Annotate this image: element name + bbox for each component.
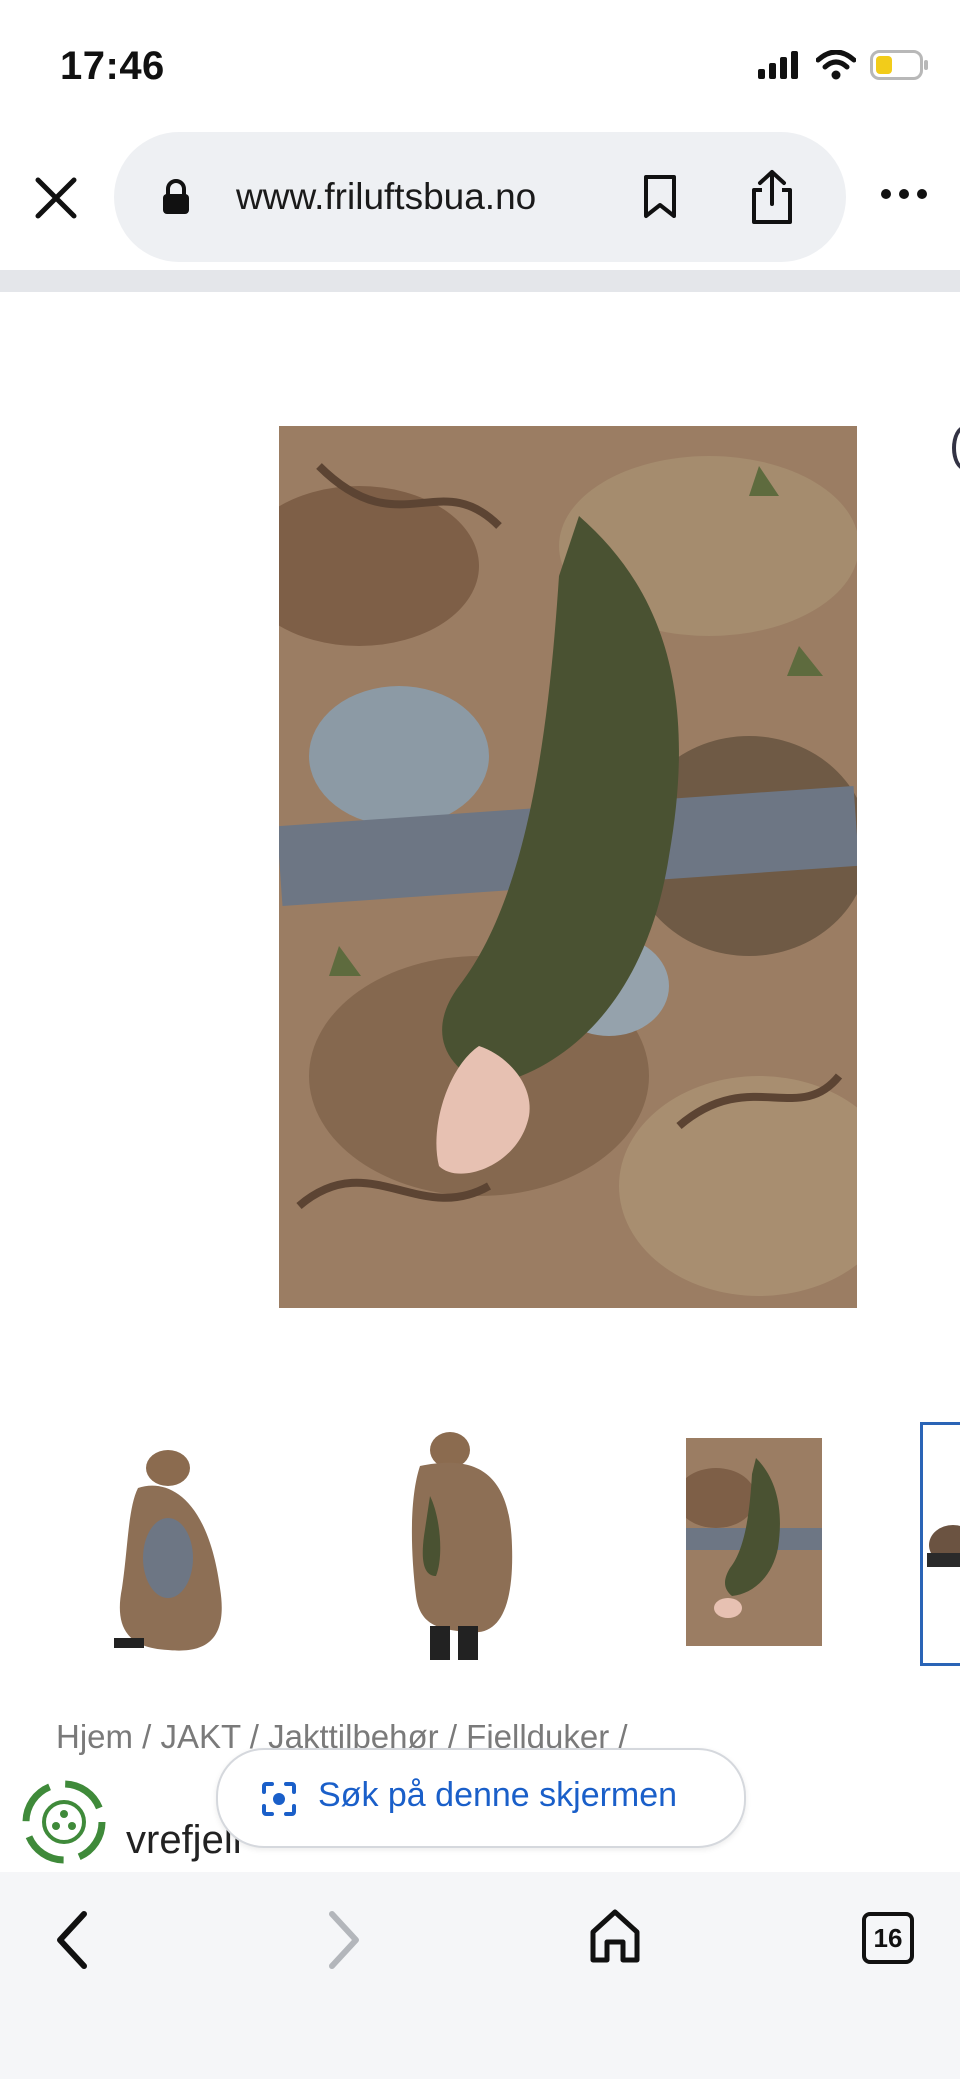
thumbnail-partial-image xyxy=(927,1525,960,1567)
thumbnail-poncho-standing[interactable] xyxy=(400,1426,524,1666)
tabs-count: 16 xyxy=(873,1922,903,1953)
back-icon[interactable] xyxy=(52,1910,92,1970)
product-main-image[interactable] xyxy=(279,426,857,1308)
thumbnail-poncho-partial[interactable] xyxy=(920,1422,960,1666)
thumbnail-strip xyxy=(0,1420,960,1670)
camo-poncho-image xyxy=(279,426,857,1308)
page-load-bar xyxy=(0,270,960,292)
signal-icon xyxy=(758,51,798,79)
lock-icon xyxy=(163,179,189,214)
lens-camera-icon xyxy=(262,1782,296,1816)
status-bar: 17:46 xyxy=(0,0,960,130)
forward-icon[interactable] xyxy=(324,1910,364,1970)
share-icon[interactable] xyxy=(748,168,796,226)
next-image-indicator xyxy=(952,426,960,470)
close-icon[interactable] xyxy=(28,170,84,226)
url-text[interactable]: www.friluftsbua.no xyxy=(236,176,536,218)
bookmark-icon[interactable] xyxy=(642,174,678,220)
home-icon[interactable] xyxy=(588,1908,642,1964)
lens-logo-icon[interactable] xyxy=(20,1778,108,1866)
search-screen-label[interactable]: Søk på denne skjermen xyxy=(318,1776,677,1815)
thumbnail-poncho-detail[interactable] xyxy=(686,1438,822,1646)
battery-icon xyxy=(870,50,928,80)
more-icon[interactable] xyxy=(880,188,928,200)
bottom-navigation: 16 xyxy=(0,1872,960,2079)
status-time: 17:46 xyxy=(60,44,165,88)
wifi-icon xyxy=(816,50,856,80)
thumbnail-poncho-seated[interactable] xyxy=(108,1438,246,1664)
tabs-icon[interactable]: 16 xyxy=(862,1912,914,1964)
status-icons xyxy=(758,50,930,80)
browser-toolbar: www.friluftsbua.no xyxy=(0,130,960,270)
address-bar[interactable]: www.friluftsbua.no xyxy=(114,132,846,262)
search-screen-button[interactable]: Søk på denne skjermen xyxy=(216,1748,746,1848)
